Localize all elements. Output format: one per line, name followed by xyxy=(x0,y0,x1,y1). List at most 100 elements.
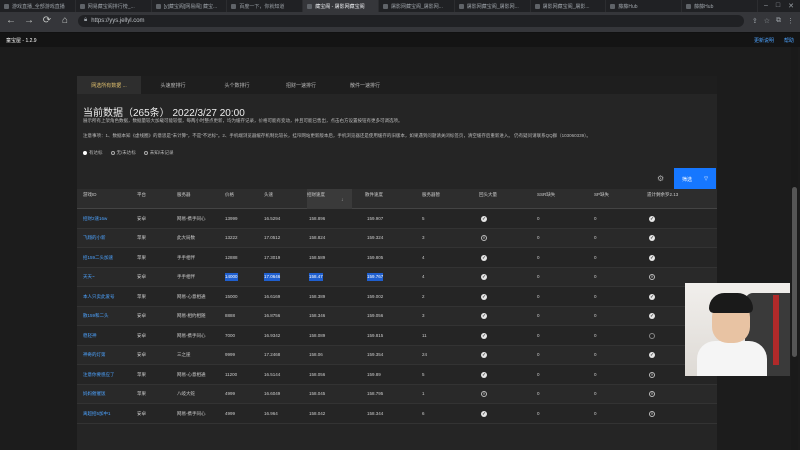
url-input[interactable]: 🔒︎ https://yys.jellyl.com xyxy=(78,14,744,27)
window-controls: – □ ✕ xyxy=(758,0,800,12)
cell-platform-text: 安卓 xyxy=(137,332,146,338)
table-row[interactable]: 本人只卖此爱号 苹果 网易-心意相通 15000 16.6169 158.389 159.0… xyxy=(77,287,717,307)
tab-zhaocai-speed[interactable]: 招财一速排行 xyxy=(269,76,333,94)
cell-game-id[interactable]: 离超招5加中1 xyxy=(83,404,131,424)
browser-tab[interactable]: 网易藏宝阁排行榜_... xyxy=(76,0,152,12)
cell-game-id[interactable]: 妈妈催催饭 xyxy=(83,385,131,405)
menu-icon[interactable]: ⋮ xyxy=(787,17,794,25)
forward-icon[interactable]: → xyxy=(24,15,34,26)
col-header-price[interactable]: 价格 xyxy=(225,192,235,198)
back-icon[interactable]: ← xyxy=(6,15,16,26)
minimize-icon[interactable]: – xyxy=(764,2,768,10)
radio-label: 无/未达标 xyxy=(116,150,136,155)
cell-head-speed: 16.9342 xyxy=(264,326,280,346)
cell-server-count-text: 3 xyxy=(422,235,425,241)
col-header-return[interactable]: 回头大量 xyxy=(479,192,497,198)
extensions-icon[interactable]: ⧉ xyxy=(776,17,781,25)
cell-head-speed: 16.6049 xyxy=(264,385,280,405)
browser-tab[interactable]: 藤藤Hub xyxy=(682,0,758,12)
browser-tab-bar: 游戏直播_全部游戏直播 网易藏宝阁排行榜_... [y]藏宝阁[网易阁] 藏宝...… xyxy=(0,0,800,12)
tab-all-data[interactable]: 网选所有数据 ... xyxy=(77,76,141,94)
cell-platform: 苹果 xyxy=(137,287,151,307)
check-circle-icon: ✓ xyxy=(649,313,655,320)
cell-sp-missing-text: 0 xyxy=(594,391,597,397)
col-header-sanjian[interactable]: 散件速度 xyxy=(365,192,397,198)
table-row[interactable]: 神奇的灯第 安卓 三之崖 9999 17.2468 158.06 159.354 24 0 0 ✓ ✓ xyxy=(77,345,717,366)
browser-tab[interactable]: 屠影网藏宝阁_屠影网... xyxy=(455,0,531,12)
cell-server: 三之崖 xyxy=(177,346,217,366)
table-row[interactable]: 注意你要感应了 苹果 网易-心意相通 11200 16.5144 158.056 159.8… xyxy=(77,365,717,385)
tab-sanjian-speed[interactable]: 散件一速排行 xyxy=(333,76,397,94)
sort-down-icon[interactable]: ↓ xyxy=(341,197,344,203)
browser-tab[interactable]: 屠影网藏宝阁_屠影... xyxy=(531,0,607,12)
cell-game-id[interactable]: 散159和二头 xyxy=(83,307,131,327)
col-header-server-count[interactable]: 服务器暂 xyxy=(422,192,440,198)
browser-tab[interactable]: 屠影网藏宝阁_屠影网... xyxy=(379,0,455,12)
cell-game-id-text: 本人只卖此爱号 xyxy=(83,293,115,299)
browser-tab[interactable]: 游戏直播_全部游戏直播 xyxy=(0,0,76,12)
table-row[interactable]: 散159和二头 安卓 网易-相约相随 8888 16.8756 158.346 159.05… xyxy=(77,306,717,327)
favicon-icon xyxy=(307,3,313,9)
cell-game-id[interactable]: 稳轻神 xyxy=(83,326,131,346)
cell-head-speed-text: 16.5294 xyxy=(264,215,281,221)
col-header-ssr-missing[interactable]: SSR缺失 xyxy=(537,192,555,198)
filter-button[interactable]: 筛选 ▽ xyxy=(674,168,716,190)
check-circle-icon: ✓ xyxy=(649,254,655,261)
col-header-zhaocai[interactable]: 招财速度 xyxy=(307,189,352,209)
cell-game-id[interactable]: 飞翔的小新 xyxy=(83,229,131,249)
help-link[interactable]: 帮助 xyxy=(784,37,794,44)
browser-tab-label: 屠影网藏宝阁_屠影网... xyxy=(466,3,519,10)
home-icon[interactable]: ⌂ xyxy=(60,15,70,26)
maximize-icon[interactable]: □ xyxy=(776,2,780,10)
scrollbar-thumb[interactable] xyxy=(792,187,797,357)
radio-has-standard[interactable]: 有达标 xyxy=(83,150,103,156)
cell-zhaocai-speed-text: 158.47 xyxy=(309,273,323,282)
cell-platform-text: 苹果 xyxy=(137,293,146,299)
close-icon[interactable]: ✕ xyxy=(788,2,794,10)
table-row[interactable]: 招159二头加速 苹果 手手相伴 12888 17.3019 158.589 159.805… xyxy=(77,248,717,268)
col-header-id[interactable]: 游戏ID xyxy=(83,192,97,198)
table-row[interactable]: 稳轻神 安卓 网易-携手同心 7000 16.9342 158.089 159.815 11 0… xyxy=(77,326,717,346)
col-header-head-speed[interactable]: 头速 xyxy=(264,192,284,198)
table-row[interactable]: 离超招5加中1 安卓 网易-携手同心 4999 16.964 158.042 158.344… xyxy=(77,404,717,424)
browser-tab[interactable]: 百度一下，你就知道 xyxy=(227,0,304,12)
address-bar: ← → ⟳ ⌂ 🔒︎ https://yys.jellyl.com ⇪ ☆ ⧉ … xyxy=(0,12,800,29)
table-row[interactable]: 飞翔的小新 苹果 此大局数 13222 17.0512 158.824 159.324 3 0 0… xyxy=(77,228,717,249)
cell-platform-text: 苹果 xyxy=(137,254,146,260)
page-scrollbar[interactable] xyxy=(791,47,798,450)
cell-game-id[interactable]: 神奇的灯第 xyxy=(83,346,131,366)
update-notes-link[interactable]: 更新说明 xyxy=(754,37,774,44)
cell-price-text: 12888 xyxy=(225,254,238,260)
cell-sanjian-speed-text: 159.907 xyxy=(367,215,384,221)
browser-tab[interactable]: [y]藏宝阁[网易阁] 藏宝... xyxy=(152,0,228,12)
col-header-remaining[interactable]: 遗计剩余罗2.13 xyxy=(647,192,678,198)
cell-server-count: 2 xyxy=(422,287,425,307)
table-row[interactable]: 招财2速16w 安卓 网易-携手同心 13999 16.5294 158.896 159.9… xyxy=(77,209,717,229)
tab-head-count[interactable]: 头个数排行 xyxy=(205,76,269,94)
browser-tab[interactable]: 藏宝阁 - 屠影网藏宝阁 xyxy=(303,0,379,12)
table-row[interactable]: 天天~ 安卓 手手相伴 14000 17.0646 158.47 159.767 4 0 0 ✓ ✕ xyxy=(77,267,717,288)
gear-icon[interactable]: ⚙ xyxy=(657,174,664,183)
browser-tab[interactable]: 藤藤Hub xyxy=(606,0,683,12)
share-icon[interactable]: ⇪ xyxy=(752,17,758,25)
col-header-sp-missing[interactable]: SP缺失 xyxy=(594,192,609,198)
tab-head-speed[interactable]: 头速度排行 xyxy=(141,76,205,94)
cell-platform-text: 安卓 xyxy=(137,410,146,416)
cell-sp-missing-text: 0 xyxy=(594,293,597,299)
table-row[interactable]: 妈妈催催饭 苹果 八岐大蛇 4999 16.6049 158.045 158.795 1 0 0 ✕… xyxy=(77,384,717,405)
reload-icon[interactable]: ⟳ xyxy=(42,15,52,26)
radio-unknown[interactable]: 未知/未记录 xyxy=(143,150,174,156)
cell-game-id[interactable]: 招财2速16w xyxy=(83,209,131,229)
cell-sp-missing-text: 0 xyxy=(594,235,597,241)
radio-not-standard[interactable]: 无/未达标 xyxy=(110,150,136,156)
cell-game-id[interactable]: 本人只卖此爱号 xyxy=(83,287,131,307)
cell-server-count-text: 1 xyxy=(422,391,425,397)
col-header-platform[interactable]: 平台 xyxy=(137,192,151,198)
col-header-server[interactable]: 服务器 xyxy=(177,192,191,198)
cell-ssr-missing-text: 0 xyxy=(537,235,540,241)
cell-head-speed-text: 17.0512 xyxy=(264,235,281,241)
bookmark-star-icon[interactable]: ☆ xyxy=(764,17,770,25)
cell-game-id[interactable]: 天天~ xyxy=(83,268,131,288)
cell-game-id[interactable]: 招159二头加速 xyxy=(83,248,131,268)
cell-game-id[interactable]: 注意你要感应了 xyxy=(83,365,131,385)
